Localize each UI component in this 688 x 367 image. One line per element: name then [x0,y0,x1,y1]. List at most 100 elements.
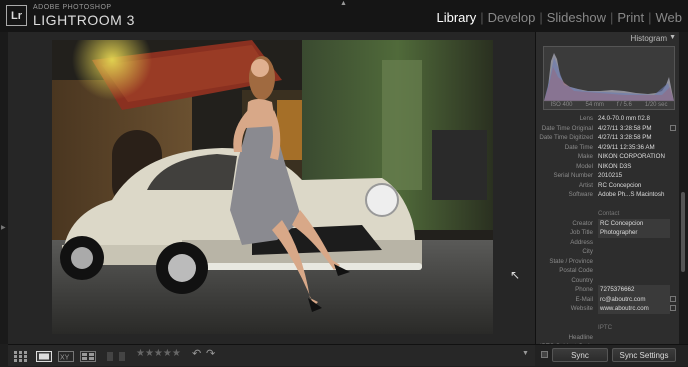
metadata-label: Website [570,305,593,312]
metadata-row [536,200,680,210]
metadata-row [536,314,680,324]
top-panel-toggle-icon[interactable]: ▲ [340,0,347,7]
metadata-row[interactable]: Creator RC Concepcion [536,218,680,228]
star-rating[interactable]: ★★★★★ [136,348,181,359]
metadata-label: Make [577,153,593,160]
metadata-row: Make NIKON CORPORATION [536,152,680,162]
svg-text:XY: XY [60,355,70,362]
sync-button[interactable]: Sync [552,348,608,362]
metadata-value: 24.0-70.0 mm f/2.8 [598,115,650,122]
metadata-label: City [582,248,593,255]
reject-flag-icon[interactable] [118,349,126,361]
sync-settings-button[interactable]: Sync Settings [612,348,676,362]
compare-view-icon[interactable]: XY [58,349,74,362]
module-separator: | [609,10,614,25]
metadata-value: 4/27/11 3:28:58 PM [598,134,652,141]
histogram-title: Histogram [630,34,667,43]
metadata-row: Date Time Digitized 4/27/11 3:28:58 PM [536,133,680,143]
metadata-row: Software Adobe Ph...S Macintosh [536,190,680,200]
metadata-panel: Lens 24.0-70.0 mm f/2.8 Date Time Original… [536,114,680,361]
module-web[interactable]: Web [656,10,683,25]
metadata-value: RC Concepcion [598,181,642,189]
metadata-label: Software [568,191,593,198]
sync-bar: Sync Sync Settings [535,344,688,366]
metadata-action-icon[interactable] [670,295,676,302]
module-library[interactable]: Library [436,10,476,25]
metadata-value: 4/27/11 3:28:58 PM [598,124,652,132]
module-separator: | [648,10,652,25]
metadata-label: Serial Number [553,172,593,179]
metadata-row[interactable]: City [536,247,680,257]
metadata-value: 4/29/11 12:35:36 AM [598,143,655,151]
metadata-label: Model [576,162,593,170]
right-panel: Histogram ▼ ISO 400 54 mm f / 5.6 1/20 s… [535,32,680,360]
scrollbar-thumb[interactable] [681,192,685,272]
lightroom-logo: Lr [6,5,27,26]
metadata-row: Artist RC Concepcion [536,181,680,191]
metadata-label: Date Time Original [541,124,593,132]
metadata-row[interactable]: Phone 7275376662 [536,285,680,295]
loupe-view: ↖ [8,32,535,344]
metadata-label: Postal Code [559,267,593,274]
photo-image [52,40,493,334]
histogram-graph[interactable]: ISO 400 54 mm f / 5.6 1/20 sec [543,46,675,110]
loupe-view-icon[interactable] [36,349,52,362]
metadata-value[interactable]: www.aboutrc.com [598,304,670,314]
module-develop[interactable]: Develop [488,10,536,25]
histogram-camera-info: ISO 400 54 mm f / 5.6 1/20 sec [544,102,674,108]
metadata-row[interactable]: Headline [536,333,680,343]
metadata-value[interactable]: rc@aboutrc.com [598,294,670,304]
module-print[interactable]: Print [617,10,644,25]
metadata-action-icon[interactable] [670,124,676,131]
module-slideshow[interactable]: Slideshow [547,10,606,25]
auto-sync-switch[interactable] [541,351,548,358]
metadata-row: Serial Number 2010215 [536,171,680,181]
metadata-label: Country [571,276,593,284]
survey-view-icon[interactable] [80,349,96,362]
histogram-focal-length: 54 mm [585,102,604,108]
metadata-value[interactable]: Photographer [598,228,670,238]
metadata-label: Phone [575,286,593,293]
brand-subtitle: ADOBE PHOTOSHOP [33,4,112,11]
metadata-row[interactable]: E-Mail rc@aboutrc.com [536,294,680,304]
left-panel-toggle-icon[interactable]: ▶ [1,224,6,231]
module-separator: | [539,10,543,25]
identity-plate-bar: Lr ADOBE PHOTOSHOP LIGHTROOM 3 ▲ Library… [0,0,688,32]
metadata-action-icon[interactable] [670,305,676,311]
rotate-left-icon[interactable]: ↶ [192,347,201,360]
metadata-label: Address [570,238,593,246]
metadata-value: Adobe Ph...S Macintosh [598,191,665,198]
metadata-label: Artist [578,181,593,189]
metadata-label: Job Title [569,229,593,236]
right-panel-scrollbar[interactable] [679,32,688,345]
metadata-row[interactable]: Country [536,276,680,286]
metadata-value[interactable]: 7275376662 [598,285,670,295]
metadata-value: 2010215 [598,172,623,179]
grid-view-icon[interactable] [14,349,28,362]
metadata-section-title: IPTC [598,324,613,331]
metadata-row[interactable]: Address [536,238,680,248]
metadata-row[interactable]: State / Province [536,257,680,267]
histogram-aperture: f / 5.6 [616,102,632,108]
metadata-row: Model NIKON D3S [536,162,680,172]
metadata-value[interactable]: RC Concepcion [598,218,670,228]
histogram-plot [544,53,674,102]
metadata-value: NIKON D3S [598,162,632,170]
rotate-right-icon[interactable]: ↷ [206,347,215,360]
toolbar-content-menu-icon[interactable]: ▼ [522,350,529,357]
metadata-row[interactable]: Postal Code [536,266,680,276]
metadata-label: Date Time [564,143,593,151]
metadata-label: Headline [568,333,593,341]
photo-preview[interactable] [52,40,493,334]
metadata-label: E-Mail [575,295,593,303]
histogram-header[interactable]: Histogram ▼ [536,32,680,44]
metadata-label: State / Province [549,257,593,265]
mouse-cursor-icon: ↖ [510,268,521,282]
pick-flag-icon[interactable] [106,349,114,361]
metadata-row[interactable]: Website www.aboutrc.com [536,304,680,314]
left-panel-collapsed[interactable]: ▶ [0,32,8,344]
metadata-label: Lens [579,115,593,122]
metadata-row[interactable]: Job Title Photographer [536,228,680,238]
triangle-down-icon[interactable]: ▼ [669,34,676,41]
metadata-section-header: IPTC [536,323,680,333]
